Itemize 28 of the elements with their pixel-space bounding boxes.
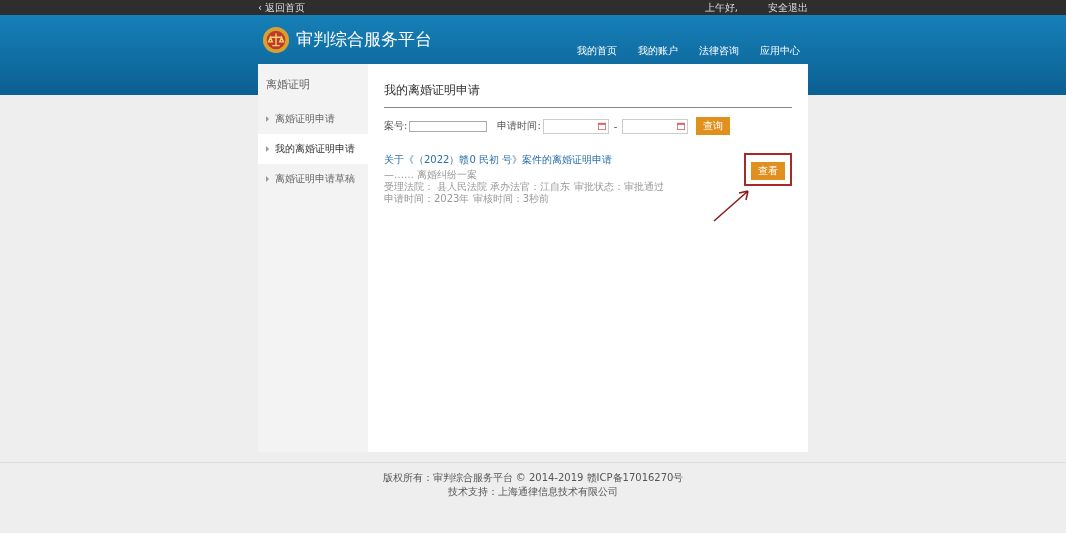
sidebar-item[interactable]: 离婚证明申请草稿: [258, 164, 368, 194]
greeting-text: 上午好,: [704, 0, 738, 15]
result-times: 申请时间：2023年 审核时间：3秒前: [384, 193, 550, 205]
site-title: 审判综合服务平台: [296, 28, 432, 51]
calendar-icon[interactable]: [597, 122, 606, 130]
field-label: 案号:: [384, 119, 408, 133]
case-number-field[interactable]: [409, 120, 488, 132]
nav-link[interactable]: 法律咨询: [699, 44, 739, 58]
calendar-icon[interactable]: [677, 122, 686, 130]
page-title: 我的离婚证明申请: [384, 82, 792, 108]
logout-link[interactable]: 安全退出: [768, 0, 808, 15]
back-link[interactable]: ‹ 返回首页: [258, 0, 306, 15]
separator-text: -: [613, 120, 618, 132]
support-text: 技术支持：上海通律信息技术有限公司: [447, 485, 619, 499]
nav-link[interactable]: 我的首页: [577, 44, 617, 58]
field-label: 申请时间:: [497, 119, 541, 133]
sidebar-item[interactable]: 我的离婚证明申请: [258, 134, 369, 164]
date-field[interactable]: [622, 118, 689, 134]
result-details: 受理法院： 县人民法院 承办法官：江自东 审批状态：审批通过: [384, 181, 665, 193]
nav-link[interactable]: 应用中心: [760, 44, 800, 58]
sidebar-item[interactable]: 离婚证明申请: [258, 104, 368, 134]
result-link[interactable]: 关于《（2022）赣0 民初 号》案件的离婚证明申请: [384, 153, 744, 167]
copyright-text: 版权所有：审判综合服务平台 © 2014-2019 赣ICP备17016270号: [381, 471, 685, 485]
date-field[interactable]: [542, 118, 609, 134]
sidebar-title: 离婚证明: [265, 77, 311, 93]
nav-link[interactable]: 我的账户: [638, 44, 678, 58]
emblem-icon: [262, 25, 290, 54]
pointer-arrow: [712, 187, 752, 223]
